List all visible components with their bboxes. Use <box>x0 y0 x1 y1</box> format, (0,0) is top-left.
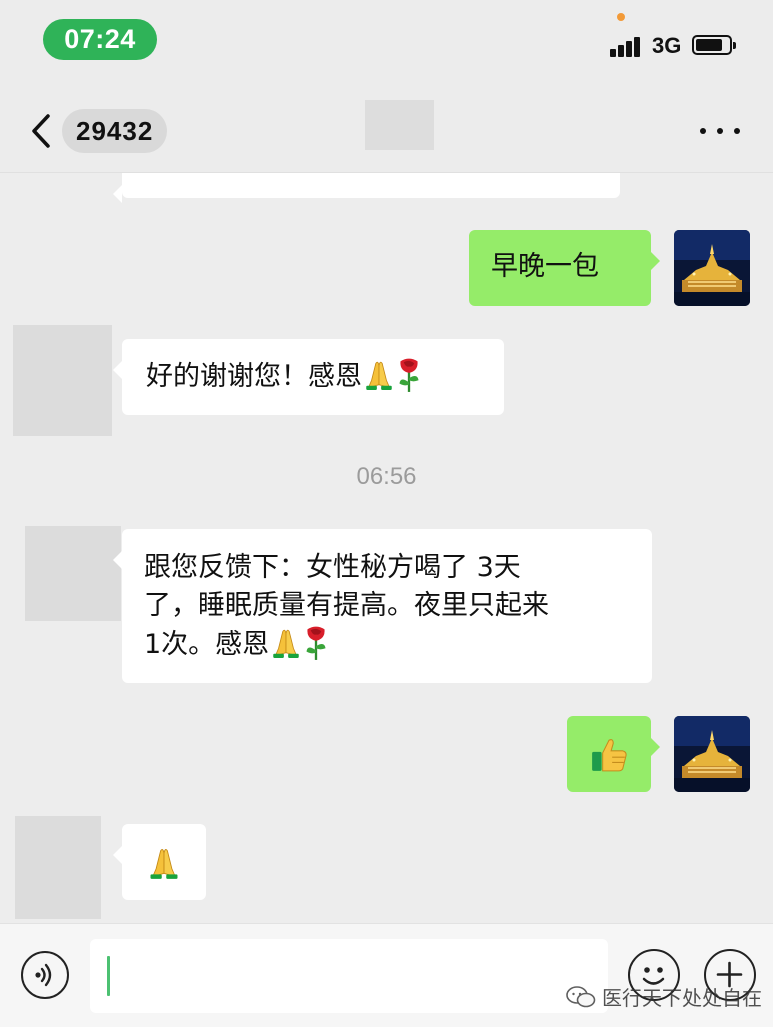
watermark-text: 医行天下处处自在 <box>602 986 762 1010</box>
status-time: 07:24 <box>43 19 157 60</box>
wechat-logo-icon <box>566 985 596 1007</box>
message-bubble-partial[interactable] <box>113 173 620 203</box>
cellular-signal-icon <box>610 37 646 57</box>
chat-title[interactable]: 29432 <box>62 109 168 153</box>
message-text: 早晚一包 <box>491 251 599 282</box>
back-button[interactable] <box>26 112 60 150</box>
message-bubble-incoming[interactable] <box>113 824 206 900</box>
redacted-title-block <box>365 100 434 150</box>
more-dot-icon <box>700 128 706 134</box>
message-bubble-outgoing[interactable] <box>567 716 660 792</box>
more-dot-icon <box>717 128 723 134</box>
message-list[interactable]: 早晚一包 好的谢谢您！感恩 06:56 跟您反馈下：女性秘方喝了 3天 了，睡眠… <box>0 173 773 923</box>
rose-icon <box>396 357 422 393</box>
folded-hands-icon <box>269 625 303 659</box>
contact-avatar-redacted[interactable] <box>25 526 121 621</box>
text-caret <box>107 956 110 996</box>
message-text-line: 1次。感恩 <box>144 629 270 660</box>
battery-icon <box>692 35 736 55</box>
folded-hands-icon <box>146 844 182 880</box>
chat-input-bar: 医行天下处处自在 <box>0 923 773 1027</box>
more-dot-icon <box>734 128 740 134</box>
contact-avatar-redacted[interactable] <box>15 816 101 919</box>
chat-header: 29432 <box>0 90 773 173</box>
self-avatar[interactable] <box>674 716 750 792</box>
thumbs-up-icon <box>590 735 628 773</box>
self-avatar[interactable] <box>674 230 750 306</box>
privacy-indicator-dot <box>617 13 625 21</box>
temple-photo-icon <box>674 230 750 306</box>
message-text: 好的谢谢您！感恩 <box>146 361 362 392</box>
message-text-line: 了，睡眠质量有提高。夜里只起来 <box>144 590 549 621</box>
message-bubble-outgoing[interactable]: 早晚一包 <box>469 230 660 306</box>
voice-input-button[interactable] <box>21 951 69 999</box>
watermark: 医行天下处处自在 <box>566 982 762 1011</box>
message-bubble-incoming[interactable]: 好的谢谢您！感恩 <box>113 339 504 415</box>
more-options-button[interactable] <box>700 128 740 138</box>
message-input[interactable] <box>90 939 608 1013</box>
network-type: 3G <box>652 33 682 58</box>
rose-icon <box>303 625 329 661</box>
temple-photo-icon <box>674 716 750 792</box>
folded-hands-icon <box>362 357 396 391</box>
status-bar: 07:24 3G <box>0 0 773 90</box>
message-bubble-incoming[interactable]: 跟您反馈下：女性秘方喝了 3天 了，睡眠质量有提高。夜里只起来 1次。感恩 <box>113 529 652 683</box>
message-timestamp: 06:56 <box>356 463 417 490</box>
chevron-left-icon <box>32 114 50 148</box>
contact-avatar-redacted[interactable] <box>13 325 112 436</box>
voice-icon <box>35 963 52 987</box>
message-text-line: 跟您反馈下：女性秘方喝了 3天 <box>144 552 521 583</box>
